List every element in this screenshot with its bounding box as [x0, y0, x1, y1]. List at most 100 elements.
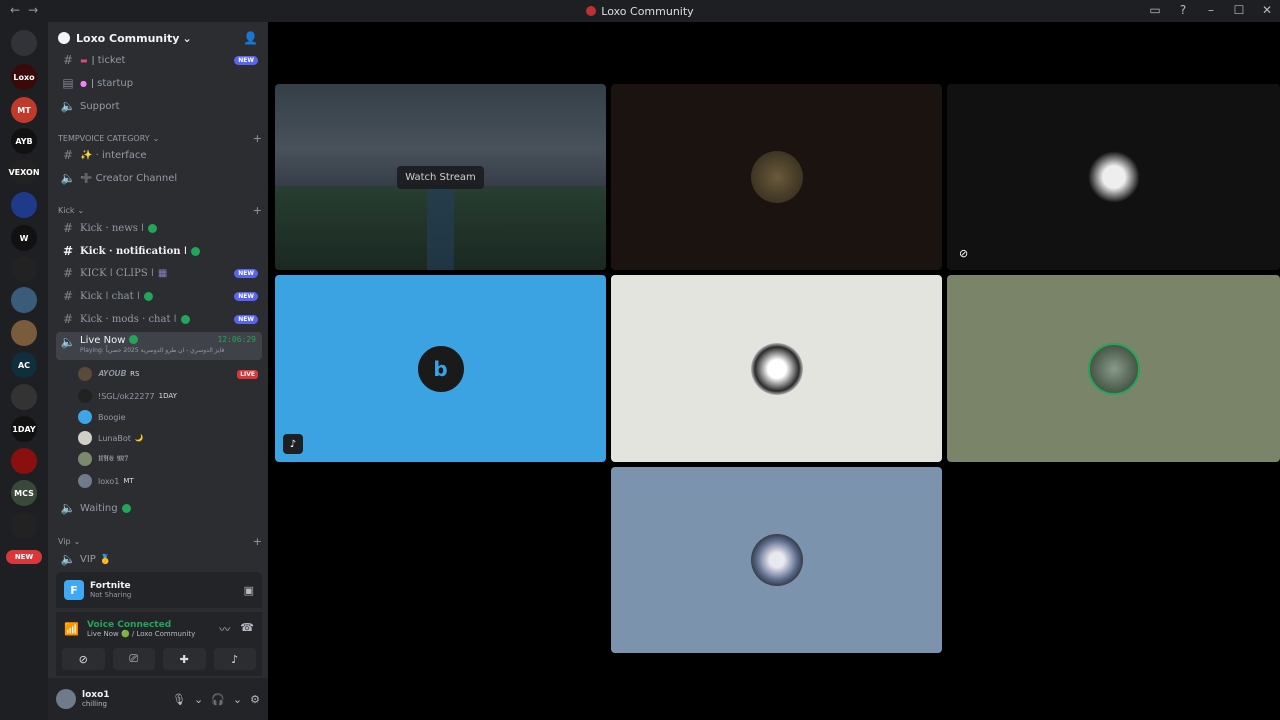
speaker-icon: 🔈 — [60, 552, 76, 566]
shield-icon[interactable] — [11, 192, 37, 218]
channel-kick-clips[interactable]: # KICK ǀ CLIPS ǀ ▦ NEW — [56, 263, 262, 283]
server-icon[interactable] — [11, 384, 37, 410]
microphone-icon[interactable]: 🎙 — [172, 693, 186, 706]
user-tile[interactable]: ⊘ — [947, 84, 1280, 270]
category-vip[interactable]: Vip ⌄ + — [58, 535, 262, 548]
server-icon[interactable] — [11, 287, 37, 313]
add-channel-icon[interactable]: + — [253, 132, 262, 145]
channel-waiting[interactable]: 🔈 Waiting — [56, 498, 262, 518]
category-tempvoice[interactable]: TEMPVOICE CATEGORY ⌄ + — [58, 132, 262, 145]
add-channel-icon[interactable]: + — [253, 204, 262, 217]
user-status: chilling — [82, 700, 107, 708]
user-tag: RS — [130, 370, 140, 378]
green-circle-icon — [180, 314, 190, 324]
minimize-button[interactable]: – — [1204, 3, 1218, 17]
green-circle-icon — [148, 223, 158, 233]
server-icon[interactable] — [11, 256, 37, 282]
hash-icon: # — [62, 289, 74, 303]
chevron-down-icon[interactable]: ⌄ — [233, 693, 242, 706]
server-icon[interactable]: AC — [11, 352, 37, 378]
channel-kick-news[interactable]: # Kick · news ǀ — [56, 218, 262, 238]
speaker-icon: 🔈 — [60, 99, 76, 113]
share-screen-icon[interactable]: ▣ — [244, 584, 254, 597]
maximize-button[interactable]: ☐ — [1232, 3, 1246, 17]
noise-suppression-icon[interactable]: 〰 — [219, 621, 230, 637]
voice-channel-location[interactable]: Live Now 🟢 / Loxo Community — [87, 630, 195, 638]
add-member-icon[interactable]: 👤 — [243, 31, 258, 45]
voice-connected-label: Voice Connected — [86, 620, 172, 630]
disconnect-icon[interactable]: ☎ — [240, 621, 254, 637]
voice-user-name: loxo1 — [98, 476, 120, 486]
voice-user[interactable]: loxo1 MT — [78, 471, 262, 491]
chevron-down-icon[interactable]: ⌄ — [194, 693, 203, 706]
server-icon[interactable] — [11, 320, 37, 346]
servers-new-badge[interactable]: NEW — [6, 550, 42, 564]
channel-label: Kick · news ǀ — [80, 222, 145, 234]
channel-vip[interactable]: 🔈 VIP 🥇 — [56, 549, 262, 569]
server-icon[interactable]: AYB — [11, 128, 37, 154]
camera-off-button[interactable]: ⊘ — [62, 648, 105, 670]
user-tile[interactable] — [947, 275, 1280, 462]
server-icon[interactable]: MT — [11, 97, 37, 123]
activities-button[interactable]: ✚ — [163, 648, 206, 670]
avatar — [78, 367, 92, 381]
channel-live-now[interactable]: 🔈 Live Now 12:06:29 Playing: فايز الدوسر… — [56, 332, 262, 360]
inbox-icon[interactable]: ▭ — [1148, 3, 1162, 17]
channel-interface[interactable]: # ✨ · interface — [56, 145, 262, 165]
watch-stream-button[interactable]: Watch Stream — [397, 165, 484, 189]
channel-creator[interactable]: 🔈 ➕ Creator Channel — [56, 168, 262, 188]
channel-kick-mods-chat[interactable]: # Kick · mods · chat ǀ NEW — [56, 309, 262, 329]
voice-user[interactable]: Boogie — [78, 407, 262, 427]
user-tag: 🌙 — [134, 434, 144, 442]
discord-home-icon[interactable] — [11, 30, 37, 56]
channel-kick-chat[interactable]: # Kick ǀ chat ǀ NEW — [56, 286, 262, 306]
help-icon[interactable]: ? — [1176, 3, 1190, 17]
channel-support[interactable]: 🔈 Support — [56, 96, 262, 116]
soundboard-button[interactable]: ♪ — [213, 648, 256, 670]
avatar — [78, 431, 92, 445]
user-tile[interactable] — [611, 84, 942, 270]
avatar — [1087, 342, 1140, 395]
server-logo-icon — [586, 6, 597, 16]
voice-user-status: LIVE — [237, 369, 258, 379]
hash-icon: # — [62, 221, 74, 235]
voice-stage: Watch Stream ⊘ b ♪ — [269, 22, 1280, 720]
channel-ticket[interactable]: # ▬ ǀ ticket NEW — [56, 50, 262, 70]
server-icon[interactable]: MCS — [11, 480, 37, 506]
camera-off-icon: ⊘ — [959, 247, 969, 260]
headphones-icon[interactable]: 🎧 — [211, 693, 225, 706]
category-kick[interactable]: Kick ⌄ + — [58, 204, 262, 217]
voice-user[interactable]: !SGL/ok22277 1DAY — [78, 386, 262, 406]
channel-label: ✨ · interface — [80, 149, 147, 161]
server-icon[interactable]: W — [11, 225, 37, 251]
add-channel-icon[interactable]: + — [253, 535, 262, 548]
voice-user[interactable]: 𝖀𝕬𝕰 𝕸𝟕 — [78, 449, 262, 469]
close-button[interactable]: ✕ — [1260, 3, 1274, 17]
avatar — [750, 151, 803, 203]
server-icon[interactable] — [11, 448, 37, 474]
user-tile-boogie[interactable]: b ♪ — [275, 275, 606, 462]
avatar — [78, 452, 92, 466]
user-tile-lunabot[interactable] — [611, 275, 942, 462]
voice-user[interactable]: 𝑨𝒀𝑶𝑼𝑩 RS LIVE — [78, 364, 262, 384]
server-icon[interactable]: VEXON — [8, 159, 40, 185]
server-icon[interactable]: Loxo — [11, 64, 37, 90]
screen-share-button[interactable]: ⎚ — [112, 648, 155, 670]
avatar[interactable] — [56, 689, 76, 709]
green-circle-icon — [121, 503, 131, 513]
server-icon[interactable] — [11, 513, 37, 539]
chevron-down-icon: ⌄ — [182, 31, 192, 45]
soundboard-icon: ♪ — [283, 434, 303, 454]
ticket-emoji-icon: ▬ — [80, 55, 88, 65]
signal-icon[interactable]: 📶 — [64, 622, 79, 636]
server-icon[interactable]: 1DAY — [11, 416, 37, 442]
stream-tile[interactable]: Watch Stream — [275, 84, 606, 270]
channel-kick-notification[interactable]: # Kick · notification ǀ — [56, 241, 262, 261]
user-tile[interactable] — [611, 467, 942, 653]
avatar — [78, 410, 92, 424]
avatar — [78, 474, 92, 488]
gear-icon[interactable]: ⚙ — [250, 693, 260, 706]
voice-user[interactable]: LunaBot 🌙 — [78, 428, 262, 448]
channel-startup[interactable]: ▤ ● ǀ startup — [56, 73, 262, 93]
channel-label: VIP 🥇 — [80, 553, 112, 565]
